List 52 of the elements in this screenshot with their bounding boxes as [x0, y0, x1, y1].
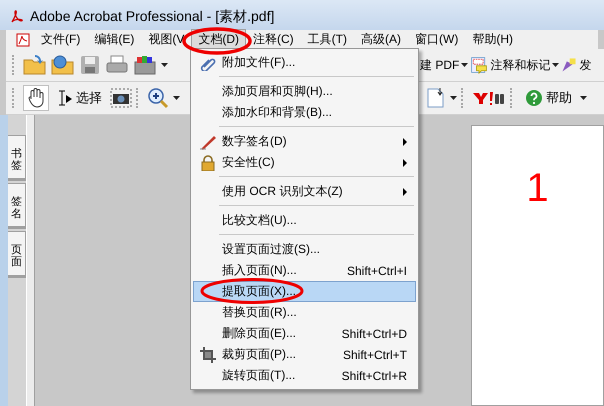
menu-item[interactable]: 附加文件(F)...	[193, 52, 416, 73]
menu-bar-item[interactable]: 窗口(W)	[408, 29, 466, 50]
pdf-logo-icon[interactable]	[16, 32, 30, 46]
help-icon	[525, 89, 543, 107]
menu-item[interactable]: 添加水印和背景(B)...	[193, 102, 416, 123]
toolbar-button[interactable]: 发	[579, 56, 592, 74]
menu-bar-item[interactable]: 工具(T)	[300, 29, 354, 50]
side-panel-tab[interactable]: 页面	[8, 231, 26, 278]
menu-item[interactable]: 旋转页面(T)... Shift+Ctrl+R	[193, 365, 416, 386]
menu-item[interactable]: 插入页面(N)... Shift+Ctrl+I	[193, 260, 416, 281]
page-number: 1	[526, 168, 549, 208]
globe-folder-icon[interactable]	[51, 54, 75, 76]
window-title: Adobe Acrobat Professional - [素材.pdf]	[30, 8, 274, 26]
zoom-in-icon[interactable]	[147, 87, 169, 109]
comment-markup-button[interactable]: 注释和标记	[490, 56, 550, 74]
pen-icon	[199, 134, 217, 150]
menu-item[interactable]: 数字签名(D)	[193, 131, 416, 152]
file-box-icon[interactable]	[133, 54, 157, 76]
create-pdf-button[interactable]: 建 PDF	[420, 56, 460, 74]
hand-icon	[27, 88, 45, 108]
caret-icon[interactable]	[450, 96, 457, 100]
menu-item[interactable]: 替换页面(R)...	[193, 302, 416, 323]
menu-item[interactable]: 比较文档(U)...	[193, 210, 416, 231]
menu-item[interactable]: 使用 OCR 识别文本(Z)	[193, 181, 416, 202]
side-panel-tab[interactable]: 书签	[8, 135, 26, 182]
page-icon[interactable]	[426, 87, 446, 109]
menu-item[interactable]: 设置页面过渡(S)...	[193, 239, 416, 260]
lock-icon	[201, 154, 215, 170]
camera-icon[interactable]	[110, 88, 132, 108]
folder-icon[interactable]	[23, 54, 47, 76]
caret-icon[interactable]	[461, 63, 468, 67]
caret-icon[interactable]	[580, 96, 587, 100]
text-cursor-icon	[57, 89, 73, 107]
menu-item[interactable]: 裁剪页面(P)... Shift+Ctrl+T	[193, 344, 416, 365]
hand-tool-button[interactable]	[23, 85, 49, 111]
help-button[interactable]: 帮助	[521, 86, 576, 110]
pdf-logo-icon	[10, 10, 24, 24]
menu-bar-item[interactable]: 文件(F)	[34, 29, 88, 50]
select-tool-button[interactable]: 选择	[53, 86, 106, 110]
side-panel-tab[interactable]: 签名	[8, 183, 26, 230]
menu-bar-item[interactable]: 高级(A)	[354, 29, 408, 50]
save-icon[interactable]	[79, 54, 101, 76]
menu-item[interactable]: 添加页眉和页脚(H)...	[193, 81, 416, 102]
crop-icon	[200, 346, 216, 362]
menu-bar-item[interactable]: 帮助(H)	[465, 29, 520, 50]
menu-item[interactable]: 删除页面(E)... Shift+Ctrl+D	[193, 323, 416, 344]
caret-icon[interactable]	[173, 96, 180, 100]
menu-item[interactable]: 安全性(C)	[193, 152, 416, 173]
menu-item[interactable]: 提取页面(X)...	[193, 281, 416, 302]
menu-bar-item[interactable]: 编辑(E)	[87, 29, 142, 50]
caret-icon[interactable]	[552, 63, 560, 67]
caret-icon[interactable]	[161, 63, 168, 67]
